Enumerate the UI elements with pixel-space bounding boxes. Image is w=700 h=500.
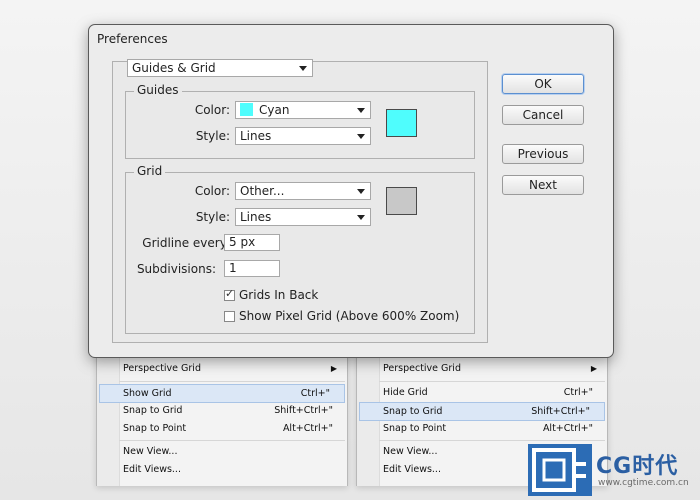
next-button[interactable]: Next [502,175,584,195]
menu-item-snap-to-point[interactable]: Snap to Point Alt+Ctrl+" [97,420,347,437]
preferences-dialog: Preferences Guides & Grid Guides Color: … [88,24,614,358]
show-pixel-grid-checkbox[interactable] [224,311,235,322]
cgtime-logo-icon [528,444,592,496]
grid-color-label: Color: [194,184,230,198]
menu-item-label: Snap to Grid [123,405,183,416]
grid-style-label: Style: [195,210,230,224]
subdivisions-label: Subdivisions: [136,262,216,276]
grids-in-back-label: Grids In Back [239,288,319,302]
menu-item-perspective-grid[interactable]: Perspective Grid ▶ [97,360,347,377]
menu-item-shortcut: Alt+Ctrl+" [282,423,333,434]
guides-style-value: Lines [240,129,272,143]
grid-color-value: Other... [240,184,285,198]
menu-item-new-view[interactable]: New View... [97,443,347,460]
gridline-every-label: Gridline every: [142,236,230,250]
guides-color-label: Color: [194,103,230,117]
menu-item-label: New View... [383,446,438,457]
grid-group: Grid Color: Other... Style: Lines Gridli… [125,164,475,334]
subdivisions-input[interactable]: 1 [224,260,280,277]
logo-mark-icon [528,444,592,496]
settings-panel: Guides & Grid Guides Color: Cyan Style: … [112,59,488,343]
menu-separator [119,381,345,382]
section-select[interactable]: Guides & Grid [127,59,313,77]
show-pixel-grid-label: Show Pixel Grid (Above 600% Zoom) [239,309,460,323]
previous-button[interactable]: Previous [502,144,584,164]
gridline-every-value: 5 px [229,235,256,249]
section-select-value: Guides & Grid [132,61,216,75]
submenu-arrow-icon: ▶ [590,364,597,373]
menu-item-label: Snap to Point [123,423,187,434]
menu-item-perspective-grid[interactable]: Perspective Grid ▶ [357,360,607,377]
subdivisions-value: 1 [229,261,237,275]
menu-item-label: Snap to Point [383,423,447,434]
menu-item-hide-grid[interactable]: Hide Grid Ctrl+" [357,384,607,401]
guides-style-label: Style: [195,129,230,143]
guides-color-swatch[interactable] [386,109,417,137]
grids-in-back-checkbox[interactable]: ✓ [224,287,235,301]
guides-group: Guides Color: Cyan Style: Lines [125,83,475,159]
menu-item-label: Perspective Grid [383,363,461,374]
menu-item-snap-to-point[interactable]: Snap to Point Alt+Ctrl+" [357,420,607,437]
left-view-menu: Perspective Grid ▶ Show Grid Ctrl+" Snap… [96,340,348,486]
chevron-down-icon [357,215,365,220]
menu-item-show-grid[interactable]: Show Grid Ctrl+" [99,384,345,403]
menu-item-label: Show Grid [123,388,172,399]
gridline-every-input[interactable]: 5 px [224,234,280,251]
menu-separator [379,440,605,441]
menu-item-label: Snap to Grid [383,406,443,417]
chevron-down-icon [357,134,365,139]
menu-item-label: Edit Views... [123,464,181,475]
grid-color-swatch[interactable] [386,187,417,215]
menu-separator [379,381,605,382]
grid-style-value: Lines [240,210,272,224]
grid-style-select[interactable]: Lines [235,208,371,226]
grid-group-label: Grid [134,164,166,178]
grid-color-select[interactable]: Other... [235,182,371,200]
guides-color-chip [240,103,253,116]
menu-item-label: Edit Views... [383,464,441,475]
menu-item-shortcut: Ctrl+" [563,387,593,398]
submenu-arrow-icon: ▶ [330,364,337,373]
menu-separator [119,440,345,441]
menu-item-shortcut: Shift+Ctrl+" [531,406,590,417]
menu-item-snap-to-grid[interactable]: Snap to Grid Shift+Ctrl+" [359,402,605,421]
guides-color-value: Cyan [259,103,290,117]
guides-group-label: Guides [134,83,182,97]
menu-item-edit-views[interactable]: Edit Views... [97,461,347,478]
chevron-down-icon [357,108,365,113]
ok-button[interactable]: OK [502,74,584,94]
chevron-down-icon [357,189,365,194]
menu-item-shortcut: Shift+Ctrl+" [274,405,333,416]
watermark-brand: CG时代 [596,454,679,479]
menu-item-label: Perspective Grid [123,363,201,374]
menu-item-snap-to-grid[interactable]: Snap to Grid Shift+Ctrl+" [97,402,347,419]
dialog-title: Preferences [97,32,168,46]
guides-style-select[interactable]: Lines [235,127,371,145]
checkmark-icon: ✓ [225,287,235,300]
menu-item-label: New View... [123,446,178,457]
menu-item-label: Hide Grid [383,387,428,398]
guides-color-select[interactable]: Cyan [235,101,371,119]
menu-item-shortcut: Ctrl+" [300,388,330,399]
chevron-down-icon [299,66,307,71]
cancel-button[interactable]: Cancel [502,105,584,125]
watermark-url: www.cgtime.com.cn [598,478,689,488]
menu-item-shortcut: Alt+Ctrl+" [542,423,593,434]
